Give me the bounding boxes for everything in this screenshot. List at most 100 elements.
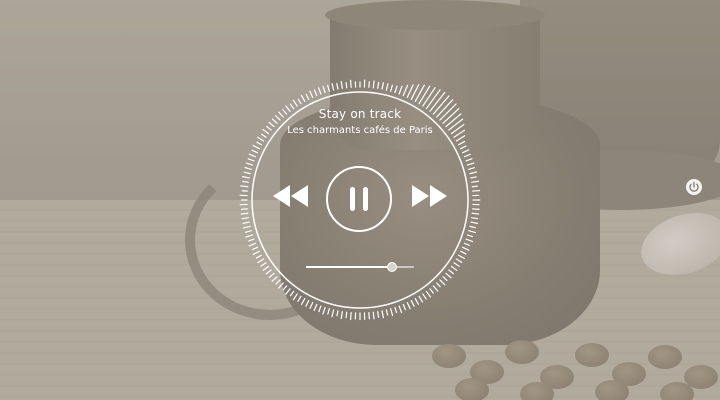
visualizer-bar — [331, 309, 335, 318]
visualizer-bar — [327, 308, 330, 315]
visualizer-bar — [381, 82, 384, 90]
visualizer-bar — [340, 311, 343, 320]
visualizer-bar — [260, 262, 267, 267]
visualizer-bar — [406, 302, 411, 310]
visualizer-bar — [455, 258, 463, 263]
visualizer-bar — [422, 293, 427, 300]
visualizer-bar — [372, 80, 375, 89]
music-player: Stay on track Les charmants cafés de Par… — [229, 69, 491, 331]
visualizer-bar — [463, 242, 470, 246]
visualizer-bar — [466, 234, 473, 238]
visualizer-bar — [271, 276, 278, 282]
visualizer-bar — [277, 282, 284, 289]
rewind-button[interactable] — [271, 184, 311, 208]
visualizer-bar — [402, 303, 407, 311]
visualizer-bar — [248, 238, 255, 242]
power-button[interactable] — [686, 179, 702, 195]
visualizer-bar — [318, 305, 322, 313]
visualizer-bar — [472, 208, 480, 210]
visualizer-bar — [471, 180, 480, 183]
visualizer-bar — [470, 176, 477, 179]
visualizer-bar — [414, 84, 425, 103]
visualizer-bar — [469, 225, 476, 229]
visualizer-bar — [240, 185, 249, 188]
progress-slider[interactable] — [306, 262, 414, 272]
fast-forward-icon — [412, 185, 447, 207]
visualizer-bar — [445, 272, 452, 279]
visualizer-bar — [349, 79, 352, 88]
visualizer-bar — [300, 94, 306, 103]
visualizer-bar — [372, 311, 375, 320]
visualizer-bar — [465, 158, 473, 162]
visualizer-bar — [455, 135, 466, 142]
visualizer-bar — [244, 166, 252, 170]
visualizer-bar — [345, 311, 348, 319]
visualizer-bar — [309, 302, 314, 310]
visualizer-bar — [471, 185, 478, 188]
visualizer-bar — [436, 282, 441, 288]
visualizer-bar — [349, 312, 352, 321]
visualizer-bar — [340, 80, 343, 89]
visualizer-bar — [248, 153, 257, 158]
visualizer-bar — [252, 246, 258, 251]
visualizer-bar — [292, 293, 298, 301]
visualizer-bar — [256, 141, 263, 146]
visualizer-bar — [285, 288, 291, 295]
visualizer-bar — [394, 306, 398, 314]
visualizer-bar — [305, 93, 310, 100]
visualizer-bar — [460, 145, 467, 150]
visualizer-bar — [394, 85, 398, 94]
visualizer-bar — [425, 290, 432, 298]
visualizer-bar — [406, 84, 414, 98]
visualizer-bar — [385, 83, 389, 91]
visualizer-bar — [390, 84, 393, 92]
pause-button[interactable] — [326, 166, 392, 232]
visualizer-bar — [242, 180, 249, 183]
visualizer-bar — [242, 221, 250, 224]
visualizer-bar — [327, 84, 330, 92]
visualizer-bar — [448, 269, 455, 275]
visualizer-bar — [247, 158, 255, 162]
visualizer-bar — [322, 85, 326, 94]
visualizer-bar — [429, 288, 435, 294]
visualizer-bar — [251, 149, 258, 154]
visualizer-bar — [345, 81, 348, 89]
power-icon — [689, 181, 699, 192]
visualizer-bar — [450, 265, 458, 271]
visualizer-bar — [425, 89, 441, 110]
visualizer-bar — [331, 82, 335, 91]
visualizer-bar — [468, 230, 477, 234]
visualizer-bar — [422, 87, 436, 107]
visualizer-bar — [336, 310, 339, 317]
visualizer-bar — [241, 176, 250, 179]
visualizer-bar — [462, 246, 470, 251]
fast-forward-button[interactable] — [409, 184, 449, 208]
visualizer-bar — [418, 295, 424, 303]
visualizer-bar — [471, 212, 480, 215]
visualizer-bar — [245, 162, 254, 166]
progress-fill — [306, 266, 393, 268]
visualizer-bar — [439, 279, 446, 286]
visualizer-bar — [442, 276, 448, 282]
visualizer-bar — [252, 144, 260, 150]
visualizer-bar — [297, 295, 302, 302]
visualizer-bar — [305, 300, 310, 307]
visualizer-bar — [385, 309, 389, 316]
visualizer-bar — [457, 140, 466, 146]
visualizer-bar — [432, 285, 439, 292]
visualizer-bar — [257, 136, 265, 142]
visualizer-bar — [309, 90, 314, 98]
visualizer-bar — [313, 89, 318, 97]
visualizer-bar — [398, 305, 403, 314]
visualizer-bar — [414, 297, 419, 305]
visualizer-bar — [297, 98, 302, 105]
visualizer-bar — [453, 262, 460, 267]
progress-handle[interactable] — [387, 262, 398, 272]
visualizer-bar — [377, 81, 380, 89]
visualizer-bar — [268, 272, 275, 278]
visualizer-bar — [462, 149, 470, 154]
visualizer-bar — [243, 171, 251, 175]
visualizer-bar — [465, 238, 474, 243]
visualizer-bar — [470, 221, 479, 224]
visualizer-bar — [313, 303, 318, 312]
